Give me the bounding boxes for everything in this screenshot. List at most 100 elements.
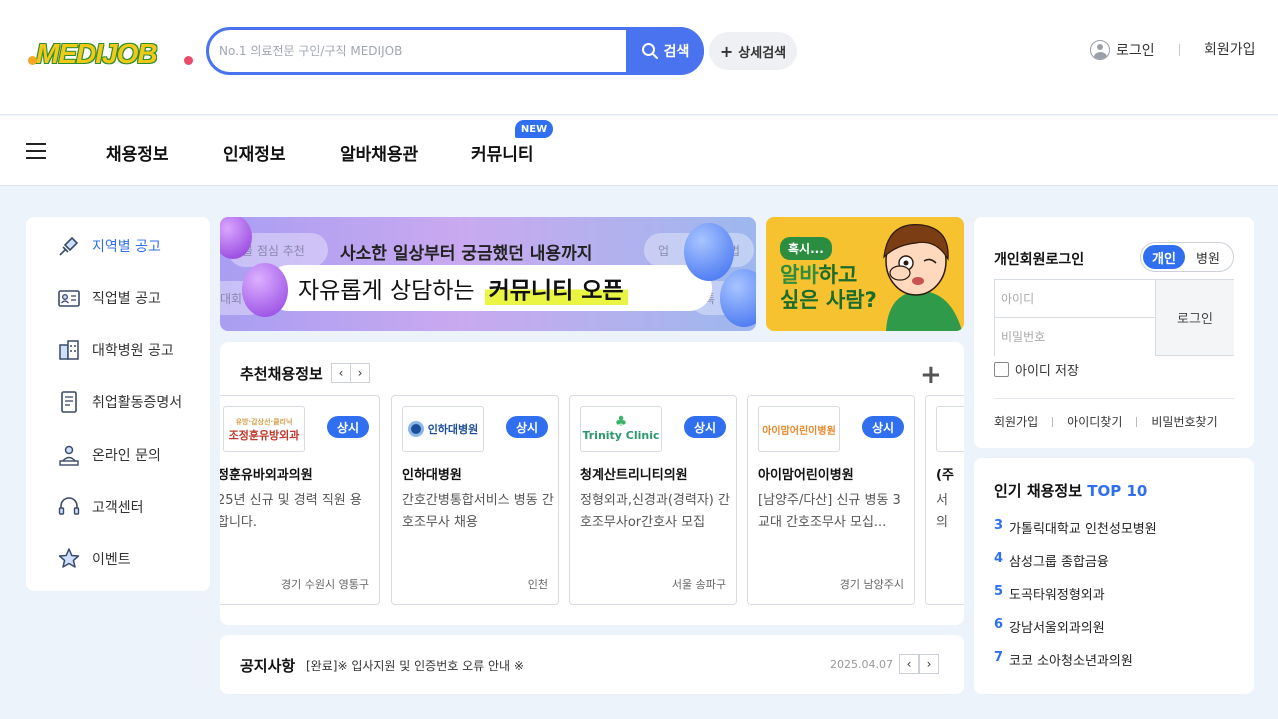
popular-job-item[interactable]: 4 삼성그룹 종합금융 (994, 551, 1109, 570)
save-id-checkbox[interactable]: 아이디 저장 (994, 360, 1079, 379)
job-card[interactable]: 아이맘어린이병원 상시 아이맘어린이병원 [남양주/다산] 신규 병동 3교대 … (747, 395, 915, 605)
notice-prev-button[interactable]: ‹ (899, 654, 919, 674)
parttime-banner-text: 알바하고 싶은 사람? (780, 263, 877, 312)
search-bar: 검색 (206, 27, 704, 75)
login-title: 개인회원로그인 (994, 252, 1085, 268)
sidebar-item-label: 직업별 공고 (92, 291, 161, 307)
job-card[interactable]: ♣ Trinity Clinic 상시 청계산트리니티의원 정형외과,신경과(경… (569, 395, 737, 605)
banner-headline: 사소한 일상부터 궁금했던 내용까지 (340, 244, 593, 264)
job-card[interactable]: 유방·갑상선·클리닉 조정훈유방외과 상시 정훈유바외과의원 25년 신규 및 … (220, 395, 380, 605)
document-icon (61, 391, 77, 413)
join-link[interactable]: 회원가입 (994, 413, 1038, 430)
more-plus-icon[interactable]: + (920, 360, 942, 390)
sidebar-item-label: 이벤트 (92, 552, 131, 568)
recommended-jobs-title: 추천채용정보 (240, 365, 323, 383)
job-location: 인천 (527, 578, 548, 591)
sidebar-item-job-type[interactable]: 직업별 공고 (26, 272, 210, 324)
header-login-link[interactable]: 로그인 (1090, 40, 1155, 60)
login-panel: 개인회원로그인 개인 병원 로그인 아이디 저장 회원가입 아이디찾기 비밀번호… (974, 217, 1254, 448)
character-illustration-icon (883, 224, 962, 331)
company-name: 정훈유바외과의원 (220, 468, 313, 483)
medijob-logo[interactable]: MEDIJOB (26, 38, 196, 70)
job-location: 서울 송파구 (671, 578, 726, 591)
company-logo: 유방·갑상선·클리닉 조정훈유방외과 (223, 406, 305, 452)
always-hiring-badge: 상시 (327, 416, 369, 438)
advanced-search-button[interactable]: + 상세검색 (709, 32, 797, 70)
job-card[interactable]: (주 서 의 (925, 395, 964, 605)
new-badge: NEW (515, 120, 553, 138)
company-logo: 아이맘어린이병원 (758, 406, 840, 452)
job-card[interactable]: 인하대병원 상시 인하대병원 간호간병통합서비스 병동 간호조무사 채용 인천 (391, 395, 559, 605)
recommended-next-button[interactable]: › (350, 363, 370, 383)
user-icon (1090, 40, 1110, 60)
logo-text: MEDIJOB (36, 38, 158, 69)
logo-flower-icon (28, 56, 37, 65)
main-navigation: 채용정보 인재정보 알바채용관 커뮤니티 NEW (0, 116, 1278, 186)
search-icon (641, 43, 658, 59)
logo-flower-icon (184, 56, 193, 65)
notice-next-button[interactable]: › (919, 654, 939, 674)
recommended-jobs-panel: 추천채용정보 ‹ › + 유방·갑상선·클리닉 조정훈유방외과 상시 정훈유바외… (220, 342, 964, 625)
pin-map-icon (59, 236, 79, 256)
popular-jobs-panel: 인기 채용정보 TOP 10 3 가톨릭대학교 인천성모병원 4 삼성그룹 종합금융… (974, 458, 1254, 694)
job-description: [남양주/다산] 신규 병동 3교대 간호조무사 모십... (758, 493, 901, 530)
sidebar-item-employment-certificate[interactable]: 취업활동증명서 (26, 376, 210, 428)
header-join-link[interactable]: 회원가입 (1204, 40, 1256, 60)
login-button[interactable]: 로그인 (1156, 280, 1234, 355)
checkbox-icon[interactable] (994, 362, 1009, 377)
company-name: 청계산트리니티의원 (580, 468, 688, 483)
find-password-link[interactable]: 비밀번호찾기 (1151, 413, 1217, 430)
building-icon (59, 340, 79, 360)
sidebar-item-label: 대학병원 공고 (92, 343, 174, 359)
recommended-prev-button[interactable]: ‹ (331, 363, 351, 383)
advanced-search-label: 상세검색 (738, 45, 787, 61)
parttime-banner[interactable]: 혹시... 알바하고 싶은 사람? (766, 217, 964, 331)
sidebar-item-label: 고객센터 (92, 500, 144, 516)
id-input[interactable] (995, 280, 1156, 318)
popular-job-item[interactable]: 5 도곡타워정형외과 (994, 584, 1105, 603)
nav-item-parttime[interactable]: 알바채용관 (340, 140, 418, 165)
sidebar-item-event[interactable]: 이벤트 (26, 533, 210, 585)
nav-item-community[interactable]: 커뮤니티 (471, 140, 534, 165)
popular-job-item[interactable]: 7 코코 소아청소년과의원 (994, 650, 1133, 669)
plus-icon: + (719, 41, 734, 61)
header-divider (1179, 44, 1180, 56)
balloon-icon (720, 269, 756, 327)
sidebar-item-label: 온라인 문의 (92, 448, 161, 464)
toggle-hospital[interactable]: 병원 (1187, 245, 1229, 269)
toggle-personal[interactable]: 개인 (1143, 245, 1185, 269)
hamburger-menu-icon[interactable] (26, 143, 46, 159)
company-logo: 인하대병원 (402, 406, 484, 452)
sidebar-item-university-hospital[interactable]: 대학병원 공고 (26, 324, 210, 376)
search-button[interactable]: 검색 (626, 27, 704, 75)
login-links: 회원가입 아이디찾기 비밀번호찾기 (994, 413, 1218, 430)
sidebar-item-label: 취업활동증명서 (92, 395, 183, 411)
company-logo: ♣ Trinity Clinic (580, 406, 662, 452)
notice-date: 2025.04.07 (830, 658, 893, 671)
always-hiring-badge: 상시 (506, 416, 548, 438)
save-id-label: 아이디 저장 (1015, 364, 1079, 379)
divider (994, 398, 1234, 399)
password-input[interactable] (995, 318, 1156, 356)
notice-link[interactable]: [완료]※ 입사지원 및 인증번호 오류 안내 ※ (306, 657, 524, 674)
community-open-banner[interactable]: 골 점심 추천 업법 대회 특 사소한 일상부터 궁금했던 내용까지 자유롭게 … (220, 217, 756, 331)
sidebar-item-region[interactable]: 지역별 공고 (26, 220, 210, 272)
popular-job-item[interactable]: 6 강남서울외과의원 (994, 617, 1105, 636)
sidebar-item-online-inquiry[interactable]: 온라인 문의 (26, 429, 210, 481)
person-board-icon (59, 445, 79, 466)
always-hiring-badge: 상시 (684, 416, 726, 438)
job-description: 정형외과,신경과(경력자) 간호조무사or간호사 모집 (580, 493, 730, 530)
nav-item-talent[interactable]: 인재정보 (223, 140, 286, 165)
always-hiring-badge: 상시 (862, 416, 904, 438)
find-id-link[interactable]: 아이디찾기 (1067, 413, 1122, 430)
company-logo (936, 406, 964, 452)
search-input[interactable] (219, 39, 619, 63)
sidebar-item-customer-center[interactable]: 고객센터 (26, 481, 210, 533)
nav-item-jobs[interactable]: 채용정보 (106, 140, 169, 165)
job-description: 간호간병통합서비스 병동 간호조무사 채용 (402, 493, 554, 530)
star-icon (58, 548, 80, 568)
popular-job-item[interactable]: 3 가톨릭대학교 인천성모병원 (994, 518, 1157, 537)
header-login-label: 로그인 (1116, 43, 1155, 59)
headset-icon (58, 497, 80, 515)
job-description: 25년 신규 및 경력 직원 용합니다. (220, 493, 362, 530)
